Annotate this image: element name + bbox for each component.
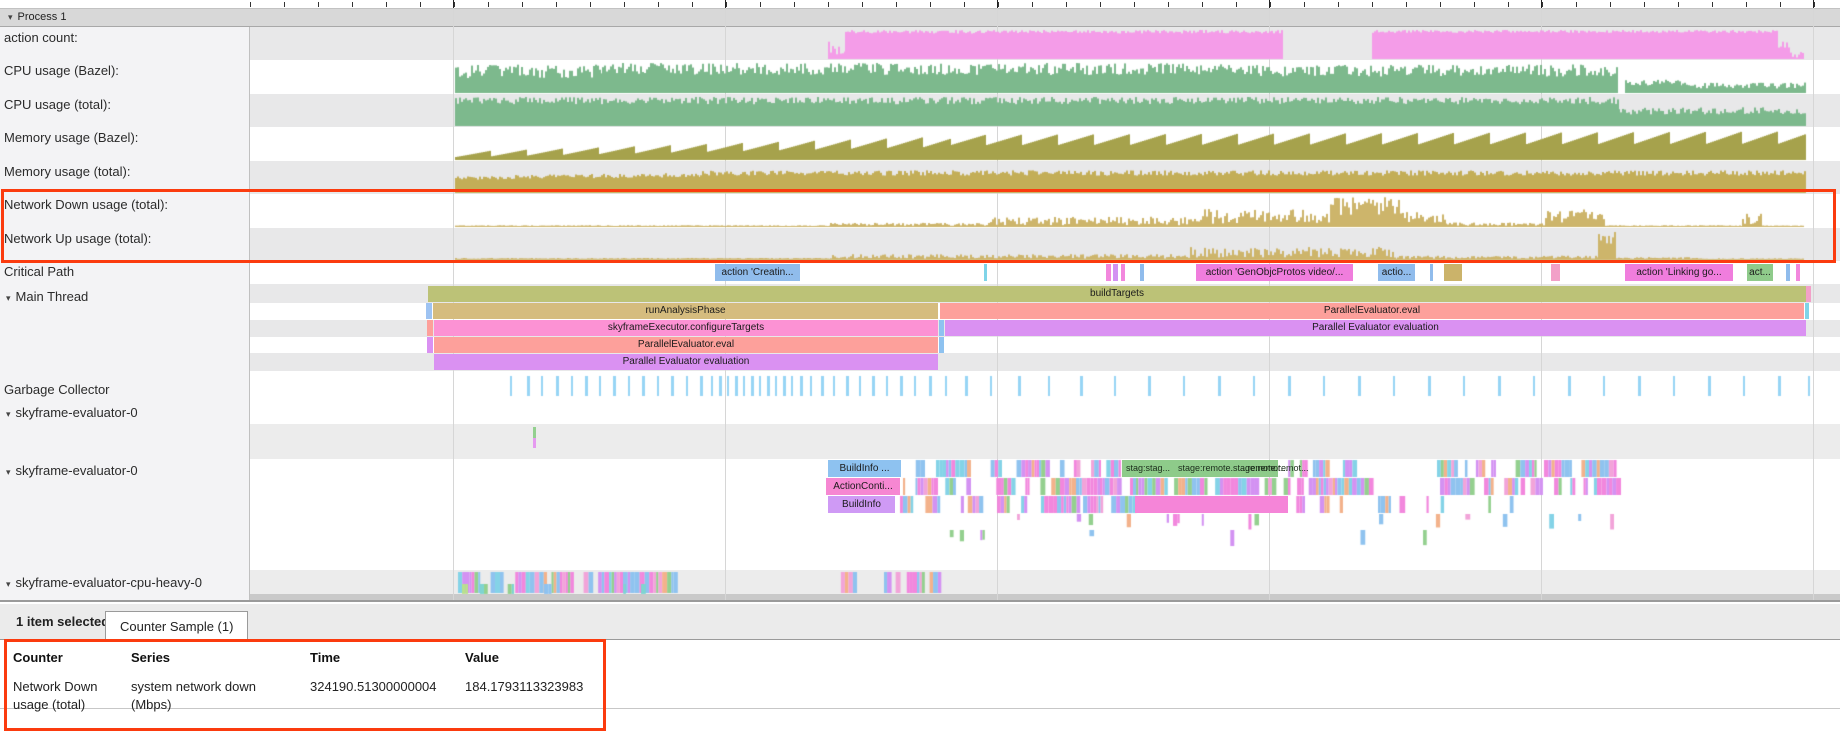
slice[interactable]: [533, 438, 536, 448]
slice[interactable]: [426, 303, 432, 319]
slice[interactable]: [1551, 264, 1560, 281]
track-label-main-thread[interactable]: ▾ Main Thread: [6, 289, 88, 304]
track-label-text: Network Up usage (total):: [4, 231, 151, 246]
collapse-triangle-icon[interactable]: ▾: [6, 467, 11, 477]
collapse-triangle-icon[interactable]: ▾: [6, 409, 11, 419]
table-cell: 324190.51300000004: [310, 678, 458, 696]
track-label-critical-path: Critical Path: [4, 264, 74, 279]
tab-counter-sample[interactable]: Counter Sample (1): [105, 611, 248, 642]
table-header-value: Value: [465, 650, 600, 665]
slice[interactable]: [1806, 286, 1811, 302]
slice-label-overlay: ...remote.remot...: [1240, 463, 1309, 473]
slice[interactable]: [1113, 264, 1118, 281]
slice-action-genobjcprotos-video[interactable]: action 'GenObjcProtos video/...: [1196, 264, 1353, 281]
slice-buildinfo[interactable]: BuildInfo ...: [828, 460, 901, 477]
slice-parallel-evaluator-evaluation[interactable]: Parallel Evaluator evaluation: [945, 320, 1806, 336]
slice[interactable]: [939, 337, 944, 353]
slice[interactable]: [1135, 496, 1288, 513]
track-label-text: skyframe-evaluator-cpu-heavy-0: [16, 575, 202, 590]
slice[interactable]: [1430, 264, 1433, 281]
table-header-series: Series: [131, 650, 281, 665]
track-label-skyframe-evaluator-0[interactable]: ▾ skyframe-evaluator-0: [6, 405, 138, 420]
track-label-garbage-collector: Garbage Collector: [4, 382, 110, 397]
counter-sample-table: Counter Series Time Value Network Down usage…: [0, 640, 1840, 742]
track-label-memory-usage-total: Memory usage (total):: [4, 164, 130, 179]
slice-parallelevaluator-eval[interactable]: ParallelEvaluator.eval: [940, 303, 1804, 319]
track-label-text: Memory usage (total):: [4, 164, 130, 179]
track-label-text: Memory usage (Bazel):: [4, 130, 138, 145]
details-panel: 1 item selected. Counter Sample (1) Coun…: [0, 600, 1840, 742]
slice[interactable]: [1786, 264, 1790, 281]
slice[interactable]: [1106, 264, 1111, 281]
slice[interactable]: [1444, 264, 1462, 281]
slice-buildinfo[interactable]: BuildInfo: [828, 496, 895, 513]
track-label-skyframe-evaluator-cpu-heavy-0[interactable]: ▾ skyframe-evaluator-cpu-heavy-0: [6, 575, 202, 590]
profiler-app: ▾Process 1 action 'Creatin...action 'Gen…: [0, 0, 1840, 742]
track-label-memory-usage-bazel: Memory usage (Bazel):: [4, 130, 138, 145]
slice[interactable]: [427, 337, 433, 353]
slice-runanalysisphase[interactable]: runAnalysisPhase: [433, 303, 938, 319]
track-label-text: CPU usage (Bazel):: [4, 63, 119, 78]
slice[interactable]: [1805, 303, 1809, 319]
slice-act[interactable]: act...: [1747, 264, 1773, 281]
track-label-cpu-usage-total: CPU usage (total):: [4, 97, 111, 112]
table-header-time: Time: [310, 650, 458, 665]
collapse-triangle-icon[interactable]: ▾: [6, 293, 11, 303]
track-label-action-count: action count:: [4, 30, 78, 45]
slice-skyframeexecutor-configuretargets[interactable]: skyframeExecutor.configureTargets: [434, 320, 938, 336]
track-label-network-down-usage-total: Network Down usage (total):: [4, 197, 168, 212]
slice[interactable]: [427, 320, 433, 336]
details-tab-bar: 1 item selected. Counter Sample (1): [0, 604, 1840, 640]
slice-action-linking-go[interactable]: action 'Linking go...: [1625, 264, 1733, 281]
slice-label-overlay: stag:stag...: [1126, 463, 1170, 473]
track-label-text: Main Thread: [16, 289, 89, 304]
slice-action-creatin[interactable]: action 'Creatin...: [715, 264, 800, 281]
track-label-network-up-usage-total: Network Up usage (total):: [4, 231, 151, 246]
slice-actio[interactable]: actio...: [1378, 264, 1415, 281]
slice-parallel-evaluator-evaluation[interactable]: Parallel Evaluator evaluation: [434, 354, 938, 370]
slice[interactable]: [1796, 264, 1800, 281]
slice-buildtargets[interactable]: buildTargets: [428, 286, 1806, 302]
collapse-triangle-icon[interactable]: ▾: [6, 579, 11, 589]
track-label-text: Network Down usage (total):: [4, 197, 168, 212]
slice[interactable]: [533, 427, 536, 438]
track-label-cpu-usage-bazel: CPU usage (Bazel):: [4, 63, 119, 78]
table-cell: 184.1793113323983: [465, 678, 600, 696]
timeline-area[interactable]: ▾Process 1 action 'Creatin...action 'Gen…: [0, 0, 1840, 600]
table-cell: Network Down usage (total): [13, 678, 123, 714]
track-label-skyframe-evaluator-0[interactable]: ▾ skyframe-evaluator-0: [6, 463, 138, 478]
track-label-panel[interactable]: action count: CPU usage (Bazel): CPU usage…: [0, 27, 250, 600]
track-label-text: skyframe-evaluator-0: [16, 405, 138, 420]
track-label-text: skyframe-evaluator-0: [16, 463, 138, 478]
selection-status: 1 item selected.: [16, 614, 113, 629]
track-label-text: action count:: [4, 30, 78, 45]
slice[interactable]: [1140, 264, 1144, 281]
track-label-text: Garbage Collector: [4, 382, 110, 397]
slice[interactable]: [984, 264, 987, 281]
track-label-text: CPU usage (total):: [4, 97, 111, 112]
slice-actionconti[interactable]: ActionConti...: [826, 478, 900, 495]
slice[interactable]: [1121, 264, 1125, 281]
slice[interactable]: [939, 320, 944, 336]
table-header-counter: Counter: [13, 650, 123, 665]
track-label-text: Critical Path: [4, 264, 74, 279]
table-cell: system network down (Mbps): [131, 678, 281, 714]
slice-parallelevaluator-eval[interactable]: ParallelEvaluator.eval: [434, 337, 938, 353]
